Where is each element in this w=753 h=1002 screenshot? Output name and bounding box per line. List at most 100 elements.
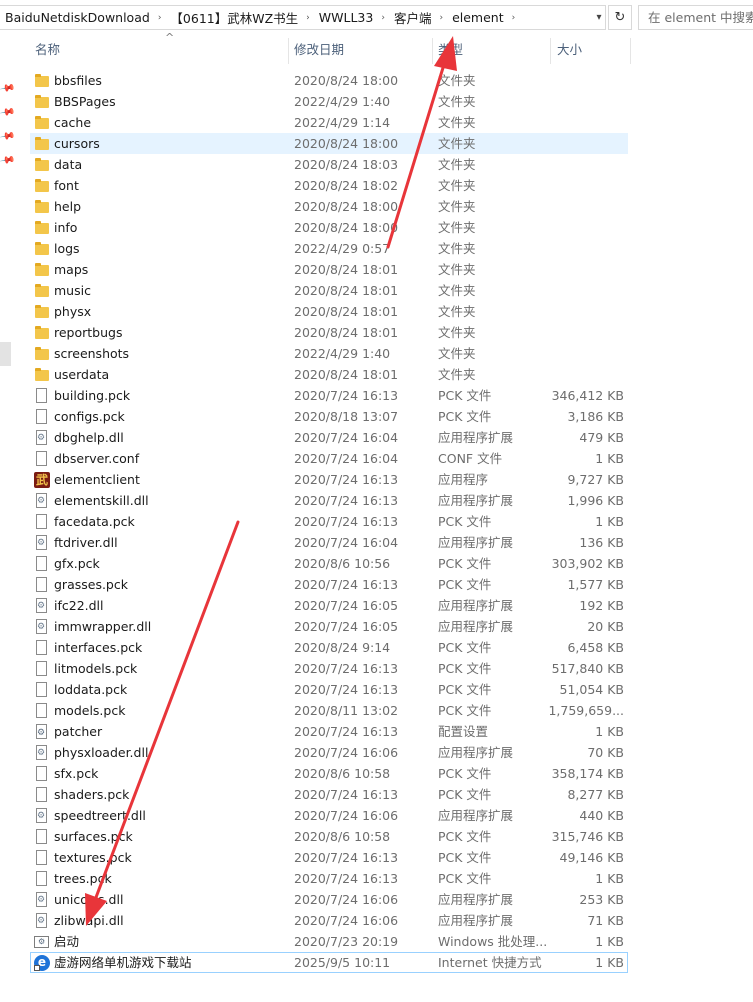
file-row[interactable]: patcher 2020/7/24 16:13 配置设置 1 KB bbox=[30, 721, 628, 742]
pin-icon: 📌 bbox=[0, 128, 16, 145]
folder-icon bbox=[34, 157, 50, 173]
file-row[interactable]: loddata.pck 2020/7/24 16:13 PCK 文件 51,054 K… bbox=[30, 679, 628, 700]
file-name: trees.pck bbox=[54, 871, 112, 886]
file-date: 2020/7/24 16:13 bbox=[294, 724, 399, 739]
address-bar[interactable]: BaiduNetdiskDownload › 【0611】武林WZ书生 › WWLL33… bbox=[0, 5, 606, 30]
file-row[interactable]: interfaces.pck 2020/8/24 9:14 PCK 文件 6,458 … bbox=[30, 637, 628, 658]
file-date: 2022/4/29 1:40 bbox=[294, 94, 391, 109]
file-row[interactable]: immwrapper.dll 2020/7/24 16:05 应用程序扩展 20 KB bbox=[30, 616, 628, 637]
file-row[interactable]: data 2020/8/24 18:03 文件夹 bbox=[30, 154, 628, 175]
file-row[interactable]: speedtreert.dll 2020/7/24 16:06 应用程序扩展 440 … bbox=[30, 805, 628, 826]
file-row[interactable]: music 2020/8/24 18:01 文件夹 bbox=[30, 280, 628, 301]
file-type: 文件夹 bbox=[438, 325, 476, 340]
file-date: 2020/7/24 16:04 bbox=[294, 451, 399, 466]
breadcrumb-separator-icon[interactable]: › bbox=[508, 13, 520, 23]
file-row[interactable]: cursors 2020/8/24 18:00 文件夹 bbox=[30, 133, 628, 154]
file-row[interactable]: physx 2020/8/24 18:01 文件夹 bbox=[30, 301, 628, 322]
file-row[interactable]: help 2020/8/24 18:00 文件夹 bbox=[30, 196, 628, 217]
file-date: 2020/7/24 16:05 bbox=[294, 619, 399, 634]
file-row[interactable]: models.pck 2020/8/11 13:02 PCK 文件 1,759,659… bbox=[30, 700, 628, 721]
file-row[interactable]: userdata 2020/8/24 18:01 文件夹 bbox=[30, 364, 628, 385]
file-row[interactable]: textures.pck 2020/7/24 16:13 PCK 文件 49,146 … bbox=[30, 847, 628, 868]
column-divider[interactable] bbox=[630, 38, 631, 64]
file-row[interactable]: dbserver.conf 2020/7/24 16:04 CONF 文件 1 KB bbox=[30, 448, 628, 469]
file-icon bbox=[34, 514, 50, 530]
breadcrumb-separator-icon[interactable]: › bbox=[154, 13, 166, 23]
file-row[interactable]: bbsfiles 2020/8/24 18:00 文件夹 bbox=[30, 70, 628, 91]
breadcrumb-item[interactable]: 【0611】武林WZ书生 bbox=[165, 8, 302, 27]
file-date: 2020/7/24 16:06 bbox=[294, 808, 399, 823]
file-row[interactable]: building.pck 2020/7/24 16:13 PCK 文件 346,412… bbox=[30, 385, 628, 406]
file-row[interactable]: facedata.pck 2020/7/24 16:13 PCK 文件 1 KB bbox=[30, 511, 628, 532]
column-name[interactable]: 名称 bbox=[30, 36, 288, 64]
file-row[interactable]: sfx.pck 2020/8/6 10:58 PCK 文件 358,174 KB bbox=[30, 763, 628, 784]
file-row[interactable]: elementskill.dll 2020/7/24 16:13 应用程序扩展 1,9… bbox=[30, 490, 628, 511]
refresh-button[interactable]: ↻ bbox=[608, 5, 632, 30]
file-row[interactable]: font 2020/8/24 18:02 文件夹 bbox=[30, 175, 628, 196]
file-icon bbox=[34, 409, 50, 425]
file-row[interactable]: cache 2022/4/29 1:14 文件夹 bbox=[30, 112, 628, 133]
chevron-down-icon[interactable]: ▾ bbox=[592, 10, 606, 26]
file-size: 71 KB bbox=[587, 913, 624, 928]
file-row[interactable]: 虚游网络单机游戏下载站 2025/9/5 10:11 Internet 快捷方式 1 … bbox=[30, 952, 628, 973]
file-row[interactable]: 启动 2020/7/23 20:19 Windows 批处理... 1 KB bbox=[30, 931, 628, 952]
nav-pane-highlight[interactable] bbox=[0, 342, 11, 366]
file-size: 1,577 KB bbox=[567, 577, 624, 592]
file-type: PCK 文件 bbox=[438, 577, 492, 592]
file-date: 2020/8/24 18:01 bbox=[294, 262, 399, 277]
file-icon bbox=[34, 871, 50, 887]
file-row[interactable]: ftdriver.dll 2020/7/24 16:04 应用程序扩展 136 KB bbox=[30, 532, 628, 553]
file-row[interactable]: gfx.pck 2020/8/6 10:56 PCK 文件 303,902 KB bbox=[30, 553, 628, 574]
breadcrumb-item[interactable]: WWLL33 bbox=[314, 10, 378, 25]
file-row[interactable]: info 2020/8/24 18:00 文件夹 bbox=[30, 217, 628, 238]
file-row[interactable]: litmodels.pck 2020/7/24 16:13 PCK 文件 517,84… bbox=[30, 658, 628, 679]
file-type: 应用程序扩展 bbox=[438, 808, 514, 823]
file-row[interactable]: shaders.pck 2020/7/24 16:13 PCK 文件 8,277 KB bbox=[30, 784, 628, 805]
file-size: 9,727 KB bbox=[567, 472, 624, 487]
file-icon bbox=[34, 577, 50, 593]
dll-file-icon bbox=[34, 493, 50, 509]
file-row[interactable]: maps 2020/8/24 18:01 文件夹 bbox=[30, 259, 628, 280]
file-type: CONF 文件 bbox=[438, 451, 503, 466]
file-row[interactable]: BBSPages 2022/4/29 1:40 文件夹 bbox=[30, 91, 628, 112]
file-name: textures.pck bbox=[54, 850, 132, 865]
file-row[interactable]: surfaces.pck 2020/8/6 10:58 PCK 文件 315,746 … bbox=[30, 826, 628, 847]
breadcrumb-separator-icon[interactable]: › bbox=[435, 13, 447, 23]
column-type[interactable]: 类型 bbox=[433, 36, 550, 64]
file-name: bbsfiles bbox=[54, 73, 102, 88]
file-type: PCK 文件 bbox=[438, 871, 492, 886]
file-date: 2022/4/29 1:14 bbox=[294, 115, 391, 130]
file-row[interactable]: reportbugs 2020/8/24 18:01 文件夹 bbox=[30, 322, 628, 343]
file-type: 应用程序扩展 bbox=[438, 598, 514, 613]
file-row[interactable]: dbghelp.dll 2020/7/24 16:04 应用程序扩展 479 KB bbox=[30, 427, 628, 448]
file-row[interactable]: screenshots 2022/4/29 1:40 文件夹 bbox=[30, 343, 628, 364]
breadcrumb-item[interactable]: BaiduNetdiskDownload bbox=[0, 10, 154, 25]
file-size: 3,186 KB bbox=[567, 409, 624, 424]
file-row[interactable]: configs.pck 2020/8/18 13:07 PCK 文件 3,186 KB bbox=[30, 406, 628, 427]
breadcrumb-separator-icon[interactable]: › bbox=[302, 13, 314, 23]
column-size[interactable]: 大小 bbox=[552, 36, 632, 64]
breadcrumb-item[interactable]: 客户端 bbox=[389, 8, 436, 27]
file-row[interactable]: zlibwapi.dll 2020/7/24 16:06 应用程序扩展 71 KB bbox=[30, 910, 628, 931]
breadcrumb-item[interactable]: element bbox=[447, 10, 508, 25]
file-size: 20 KB bbox=[587, 619, 624, 634]
file-size: 6,458 KB bbox=[567, 640, 624, 655]
file-row[interactable]: grasses.pck 2020/7/24 16:13 PCK 文件 1,577 KB bbox=[30, 574, 628, 595]
file-name: logs bbox=[54, 241, 80, 256]
column-date[interactable]: 修改日期 bbox=[289, 36, 432, 64]
file-row[interactable]: elementclient 2020/7/24 16:13 应用程序 9,727 KB bbox=[30, 469, 628, 490]
search-input[interactable]: 在 element 中搜索 bbox=[638, 5, 753, 30]
file-row[interactable]: ifc22.dll 2020/7/24 16:05 应用程序扩展 192 KB bbox=[30, 595, 628, 616]
breadcrumb-separator-icon[interactable]: › bbox=[377, 13, 389, 23]
column-divider[interactable] bbox=[550, 38, 551, 64]
file-row[interactable]: physxloader.dll 2020/7/24 16:06 应用程序扩展 70 K… bbox=[30, 742, 628, 763]
file-name: speedtreert.dll bbox=[54, 808, 146, 823]
file-row[interactable]: logs 2022/4/29 0:57 文件夹 bbox=[30, 238, 628, 259]
file-row[interactable]: unicows.dll 2020/7/24 16:06 应用程序扩展 253 KB bbox=[30, 889, 628, 910]
file-row[interactable]: trees.pck 2020/7/24 16:13 PCK 文件 1 KB bbox=[30, 868, 628, 889]
file-date: 2020/8/24 18:00 bbox=[294, 73, 399, 88]
file-type: PCK 文件 bbox=[438, 766, 492, 781]
file-date: 2020/7/24 16:06 bbox=[294, 892, 399, 907]
file-name: 虚游网络单机游戏下载站 bbox=[54, 955, 192, 970]
dll-file-icon bbox=[34, 535, 50, 551]
